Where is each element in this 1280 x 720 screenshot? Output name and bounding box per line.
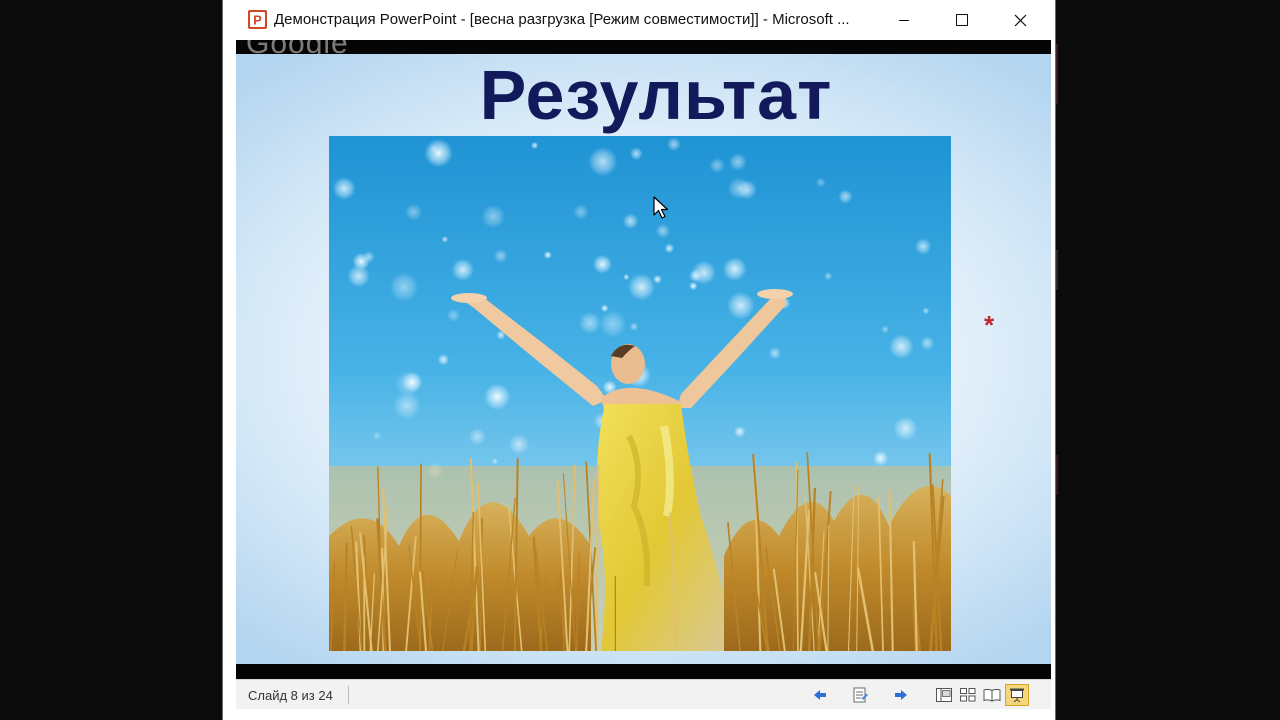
slide-sorter-button[interactable] (958, 685, 978, 705)
powerpoint-icon[interactable]: P (247, 9, 268, 30)
maximize-button[interactable] (933, 0, 991, 40)
maximize-icon (956, 14, 968, 26)
previous-slide-icon (814, 690, 826, 700)
previous-slide-button[interactable] (810, 685, 830, 705)
letterbox-top: Google (236, 40, 1051, 54)
title-bar[interactable]: P Демонстрация PowerPoint - [весна разгр… (223, 0, 1055, 40)
close-icon (1014, 14, 1026, 26)
slide-canvas[interactable]: Результат * (236, 54, 1051, 664)
slide-show-icon (1010, 688, 1024, 703)
notes-icon (853, 687, 868, 703)
slide-counter: Слайд 8 из 24 (248, 688, 333, 703)
close-button[interactable] (991, 0, 1049, 40)
reading-view-icon (983, 688, 1001, 702)
mouse-cursor-icon (653, 196, 669, 219)
status-divider (348, 686, 349, 704)
slide-sorter-icon (960, 688, 976, 702)
minimize-button[interactable] (875, 0, 933, 40)
desktop-background: P Демонстрация PowerPoint - [весна разгр… (0, 0, 1280, 720)
slide-title: Результат (479, 56, 833, 134)
svg-text:P: P (253, 13, 262, 28)
normal-view-icon (936, 688, 952, 702)
letterbox-bottom (236, 664, 1051, 679)
next-slide-button[interactable] (891, 685, 911, 705)
slide-show-button[interactable] (1005, 684, 1029, 706)
powerpoint-reading-window: P Демонстрация PowerPoint - [весна разгр… (222, 0, 1056, 720)
reading-view-button[interactable] (982, 685, 1002, 705)
next-slide-icon (895, 690, 907, 700)
watermark-text: Google (246, 40, 349, 54)
minimize-icon (899, 20, 909, 21)
decorative-asterisk: * (984, 310, 995, 340)
window-title: Демонстрация PowerPoint - [весна разгруз… (274, 11, 850, 28)
notes-button[interactable] (850, 685, 870, 705)
slide-photo (329, 136, 951, 651)
normal-view-button[interactable] (934, 685, 954, 705)
status-bar: Слайд 8 из 24 (236, 679, 1051, 709)
window-frame-bottom (223, 709, 1055, 720)
